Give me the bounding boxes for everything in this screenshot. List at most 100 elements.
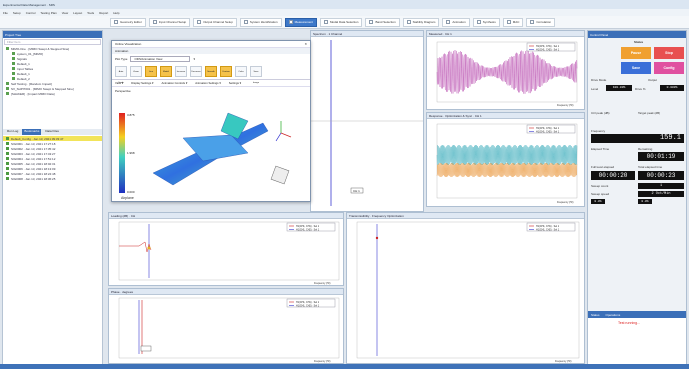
config-button[interactable]: Config (654, 62, 684, 74)
sweep-count-label: Sweep count (591, 184, 609, 188)
menu-item-control[interactable]: Control (26, 11, 36, 15)
tab-measurement[interactable]: Measurement (284, 17, 317, 27)
sidebar-tab-bookmarks[interactable]: Bookmarks (22, 129, 42, 135)
record-label: SIG0002 · Jan 13, 2021 17:35:42 (11, 146, 56, 151)
tab-modal-data-selection[interactable]: Modal Data Selection (319, 17, 363, 27)
level-label: Level (591, 87, 599, 91)
airplane-3d-view[interactable]: 3.875 1.968 0.000 Airplane (113, 93, 311, 201)
menu-item-layout[interactable]: Layout (73, 11, 82, 15)
tab-checkbox[interactable] (506, 20, 511, 24)
ribbon-model-button[interactable]: Model (160, 66, 172, 77)
tab-animation[interactable]: Animation (442, 17, 470, 27)
tab-synthesis[interactable]: Synthesis (472, 17, 500, 27)
ribbon-decrease-button[interactable]: Decrease (190, 66, 202, 77)
tab-label: Geometry Editor (120, 20, 142, 24)
folder-icon (6, 82, 9, 85)
colorbar-mid-label: 1.968 (127, 151, 135, 155)
tab-checkbox[interactable] (530, 20, 535, 24)
ribbon-contour-button[interactable]: Contour (220, 66, 232, 77)
tab-checkbox[interactable] (114, 20, 118, 24)
tab-checkbox[interactable] (476, 20, 481, 24)
tab-label: MAC (512, 20, 520, 24)
tab-system-identification[interactable]: System Identification (239, 17, 282, 27)
log-tab-status[interactable]: Status (591, 313, 600, 317)
total-elapsed-label: Total elapsed time (638, 165, 663, 169)
full-level-elapsed-label: Full level elapsed (591, 165, 615, 169)
plot-type-row: Plot Type ODS/Animation View ▾ (112, 54, 310, 64)
tab-output-channel-setup[interactable]: Output Channel Setup (193, 17, 237, 27)
record-item[interactable]: SIG0008 · Jan 13, 2021 18:36:25 (3, 176, 102, 181)
tab-geometry-editor[interactable]: Geometry Editor (110, 17, 146, 27)
frequency-axis-label: Frequency (Hz) (557, 201, 574, 204)
sub-ribbon-animation-settings[interactable]: Animation Settings ▾ (195, 81, 221, 85)
stop-button[interactable]: Stop (654, 47, 684, 59)
menu-bar: File Setup Control Testing Plan View Layout To… (0, 9, 689, 16)
tab-checkbox[interactable] (288, 20, 293, 24)
folder-icon (12, 52, 15, 55)
ribbon-smooth-button[interactable]: Smooth (205, 66, 217, 77)
cursor-marker (375, 236, 379, 240)
phase-panel: Phase · degrees H1(CH1, CH1) · Sel 1 H1(C… (108, 288, 344, 364)
spectrum-plot[interactable]: CH 1 (311, 38, 423, 212)
sub-ribbon-settings[interactable]: Settings ▾ (229, 81, 241, 85)
control-panel: Control Panel Status Pause Stop Save Con… (587, 30, 687, 366)
measured-panel: Measured · CH 1 H1(CH1, CH1) · Sel 1 H1(C… (426, 30, 585, 110)
tree-item[interactable]: [SHAKER] · [Impact MIMO Data] (3, 91, 102, 96)
phase-panel-title: Phase · degrees (109, 289, 343, 295)
sidebar-tab-data-files[interactable]: Data Files (43, 129, 61, 135)
tab-checkbox[interactable] (197, 20, 202, 24)
menu-item-file[interactable]: File (3, 11, 8, 15)
ribbon-color-button[interactable]: Color (235, 66, 247, 77)
phase-plot[interactable]: H1(CH1, CH1) · Sel 1H1(CH1, CH2) · Sel 1… (109, 296, 343, 364)
transmissibility-panel: Transmissibility · Frequency Optimizatio… (346, 212, 585, 364)
menu-item-tools[interactable]: Tools (87, 11, 94, 15)
colorbar-max-label: 3.875 (127, 113, 135, 117)
log-tabs: Status Operations (588, 311, 686, 318)
sub-ribbon-view[interactable]: View ▾ (115, 81, 123, 85)
ribbon-line-button[interactable]: Line (145, 66, 157, 77)
menu-item-report[interactable]: Report (99, 11, 108, 15)
drive-mode-label: Drive Mode (591, 78, 607, 82)
target-peak-label: Target peak (dB) (638, 111, 661, 115)
sidebar-tab-run-log[interactable]: Run Log (5, 129, 20, 135)
ribbon-save-image-button[interactable]: Save Image (250, 66, 262, 84)
status-bar (0, 364, 689, 369)
ribbon-zoom-button[interactable]: Zoom (130, 66, 142, 77)
tree-item-label: MIMO-One · [MIMO Swept & Stepped Sine] (11, 46, 70, 51)
model-name-label: Airplane (121, 196, 134, 200)
sidebar-search-input[interactable]: Filter Item (4, 39, 101, 45)
menu-item-help[interactable]: Help (113, 11, 119, 15)
chevron-down-icon[interactable]: ▾ (193, 57, 195, 61)
tab-checkbox[interactable] (406, 20, 411, 24)
sub-ribbon-animation-controls[interactable]: Animation Controls ▾ (161, 81, 187, 85)
sub-ribbon-display-settings[interactable]: Display Settings ▾ (131, 81, 153, 85)
save-button[interactable]: Save (621, 62, 651, 74)
tab-input-channel-setup[interactable]: Input Channel Setup (148, 17, 191, 27)
window-titlebar: Experimental Data Management · SRS (0, 0, 689, 9)
response-plot[interactable]: H1(CH1, CH1) · Sel 1H1(CH1, CH2) · Sel 1… (427, 120, 584, 207)
tab-correlation[interactable]: Correlation (526, 17, 556, 27)
plot-type-select[interactable]: ODS/Animation View (130, 56, 191, 62)
menu-item-testing-plan[interactable]: Testing Plan (40, 11, 56, 15)
tab-stability-diagram[interactable]: Stability Diagram (402, 17, 440, 27)
transmissibility-plot[interactable]: H1(CH1, CH1) · Sel 1H1(CH1, CH2) · Sel 1… (347, 220, 584, 364)
menu-item-setup[interactable]: Setup (13, 11, 21, 15)
tab-checkbox[interactable] (446, 20, 451, 24)
menu-item-view[interactable]: View (62, 11, 68, 15)
tab-checkbox[interactable] (323, 20, 328, 24)
legend-entry: H1(CH1, CH2) · Sel 1 (536, 131, 560, 134)
tab-band-selection[interactable]: Band Selection (365, 17, 400, 27)
measured-plot[interactable]: H1(CH1, CH1) · Sel 1H1(CH1, CH2) · Sel 1… (427, 38, 584, 110)
tab-checkbox[interactable] (152, 20, 157, 24)
log-tab-operations[interactable]: Operations (606, 313, 621, 317)
tab-mac[interactable]: MAC (502, 17, 524, 27)
tab-checkbox[interactable] (369, 20, 374, 24)
close-icon[interactable]: ✕ (304, 42, 307, 46)
loading-plot[interactable]: H1(CH1, CH1) · Sel 1H1(CH1, CH2) · Sel 1… (109, 220, 343, 286)
plot-area (356, 221, 580, 359)
pause-button[interactable]: Pause (621, 47, 651, 59)
folder-icon (12, 57, 15, 60)
tab-checkbox[interactable] (243, 20, 248, 24)
ribbon-auto-scale-button[interactable]: Auto Scale (115, 66, 127, 84)
ribbon-increase-button[interactable]: Increase (175, 66, 187, 77)
